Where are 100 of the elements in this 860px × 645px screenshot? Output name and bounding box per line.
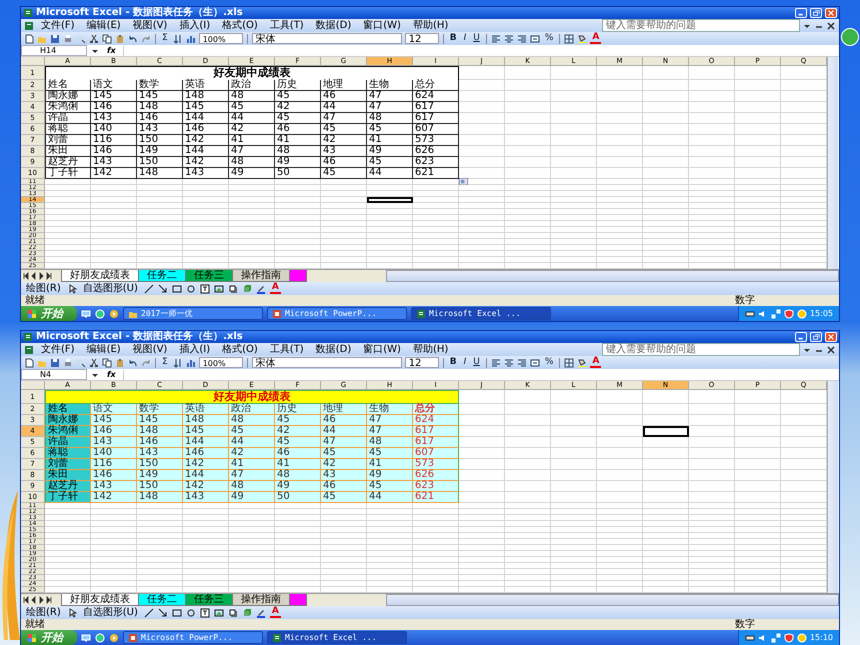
desktop-icon[interactable] (81, 632, 91, 642)
printer-icon[interactable] (63, 358, 73, 368)
arrow-icon[interactable] (158, 608, 168, 618)
merge-cells-icon[interactable] (530, 358, 540, 368)
sort-icon[interactable] (172, 358, 183, 368)
line-icon[interactable] (144, 284, 154, 294)
close-button[interactable] (825, 8, 837, 18)
borders-icon[interactable] (564, 34, 574, 44)
font-size-dropdown[interactable]: 12 (404, 33, 439, 44)
taskbar-button[interactable]: Microsoft PowerP... (267, 307, 407, 320)
menu-item[interactable]: 窗口(W) (358, 20, 406, 32)
selected-cell[interactable] (643, 426, 689, 437)
sheet-tab[interactable]: 任务二 (138, 594, 186, 606)
text-box-icon[interactable] (200, 284, 210, 294)
percent-button[interactable]: % (542, 357, 556, 368)
globe-icon[interactable] (95, 308, 105, 318)
copy-icon[interactable] (102, 34, 112, 44)
menu-item[interactable]: 视图(V) (128, 20, 172, 32)
magnifier-icon[interactable] (76, 34, 86, 44)
merge-cells-icon[interactable] (530, 34, 540, 44)
align-right-icon[interactable] (516, 358, 527, 368)
undo-icon[interactable] (128, 358, 138, 368)
new-document-icon[interactable] (24, 358, 34, 368)
restore-button[interactable] (810, 332, 822, 342)
rectangle-icon[interactable] (172, 608, 182, 618)
taskbar-button[interactable]: Microsoft PowerP... (123, 631, 263, 644)
paste-options-icon[interactable] (459, 178, 468, 185)
taskbar-button[interactable]: Microsoft Excel ... (267, 631, 407, 644)
menu-item[interactable]: 插入(I) (174, 20, 216, 32)
selected-cell[interactable] (367, 197, 413, 203)
autosum-button[interactable]: Σ (160, 357, 170, 368)
vertical-scrollbar[interactable] (827, 57, 838, 269)
shadow-icon[interactable] (228, 608, 238, 618)
name-box[interactable]: N4 (21, 369, 87, 380)
autoshapes-button[interactable]: 自选图形(U) (80, 282, 140, 294)
save-icon[interactable] (50, 34, 60, 44)
line-color-icon[interactable] (256, 608, 266, 618)
menu-item[interactable]: 插入(I) (174, 344, 216, 356)
percent-button[interactable]: % (542, 33, 556, 44)
circle-icon[interactable] (796, 632, 807, 642)
zoom-dropdown[interactable]: 100% (198, 33, 243, 44)
underline-button[interactable]: U (471, 33, 482, 44)
help-search-field[interactable]: 键入需要帮助的问题 (602, 343, 800, 356)
menu-item[interactable]: 工具(T) (264, 20, 309, 32)
italic-button[interactable]: I (462, 33, 468, 44)
save-icon[interactable] (50, 358, 60, 368)
network-icon[interactable] (770, 308, 781, 318)
media-icon[interactable] (109, 632, 119, 642)
menu-item[interactable]: 工具(T) (264, 344, 309, 356)
clipboard-icon[interactable] (115, 34, 125, 44)
desktop-icon[interactable] (81, 308, 91, 318)
globe-icon[interactable] (95, 632, 105, 642)
sort-icon[interactable] (172, 34, 183, 44)
taskbar-button[interactable]: 2017一师一优 (123, 307, 263, 320)
network-icon[interactable] (770, 632, 781, 642)
horizontal-scrollbar[interactable] (386, 270, 839, 282)
cursor-icon[interactable] (66, 608, 77, 618)
sheet-tab[interactable]: 好朋友成绩表 (61, 594, 139, 606)
align-left-icon[interactable] (490, 34, 501, 44)
close-button[interactable] (825, 332, 837, 342)
font-dropdown[interactable]: 宋体 (252, 33, 402, 44)
sheet-tab[interactable]: 任务三 (185, 270, 233, 282)
menu-item[interactable]: 窗口(W) (358, 344, 406, 356)
sheet-tab[interactable]: 任务二 (138, 270, 186, 282)
scissors-icon[interactable] (89, 358, 99, 368)
keyboard-icon[interactable] (744, 308, 755, 318)
bold-button[interactable]: B (448, 33, 459, 44)
magnifier-icon[interactable] (76, 358, 86, 368)
font-dropdown[interactable]: 宋体 (252, 357, 402, 368)
rectangle-icon[interactable] (172, 284, 182, 294)
horizontal-scrollbar[interactable] (386, 594, 839, 606)
align-right-icon[interactable] (516, 34, 527, 44)
name-box[interactable]: H14 (21, 45, 87, 56)
sheet-tab[interactable]: 任务三 (185, 594, 233, 606)
taskbar-button[interactable]: Microsoft Excel ... (411, 307, 551, 320)
fill-color-icon[interactable] (577, 34, 588, 44)
clipboard-icon[interactable] (115, 358, 125, 368)
autoshapes-button[interactable]: 自选图形(U) (80, 606, 140, 618)
restore-button[interactable] (810, 8, 822, 18)
minimize-button[interactable] (795, 8, 807, 18)
menu-item[interactable]: 文件(F) (36, 20, 80, 32)
cube-icon[interactable] (242, 284, 252, 294)
arrow-icon[interactable] (158, 284, 168, 294)
minimize-button[interactable] (795, 332, 807, 342)
media-icon[interactable] (109, 308, 119, 318)
menu-item[interactable]: 帮助(H) (408, 20, 454, 32)
close-icon[interactable] (826, 20, 836, 30)
cursor-icon[interactable] (66, 284, 77, 294)
circle-icon[interactable] (796, 308, 807, 318)
zoom-dropdown[interactable]: 100% (198, 357, 243, 368)
align-left-icon[interactable] (490, 358, 501, 368)
fill-color-icon[interactable] (577, 358, 588, 368)
sheet-tab[interactable]: 操作指南 (232, 270, 290, 282)
shield-icon[interactable] (784, 308, 794, 318)
close-icon[interactable] (826, 344, 836, 354)
font-size-dropdown[interactable]: 12 (404, 357, 439, 368)
line-color-icon[interactable] (256, 284, 266, 294)
picture-icon[interactable] (214, 608, 224, 618)
vertical-scrollbar[interactable] (827, 381, 838, 593)
menu-item[interactable]: 视图(V) (128, 344, 172, 356)
